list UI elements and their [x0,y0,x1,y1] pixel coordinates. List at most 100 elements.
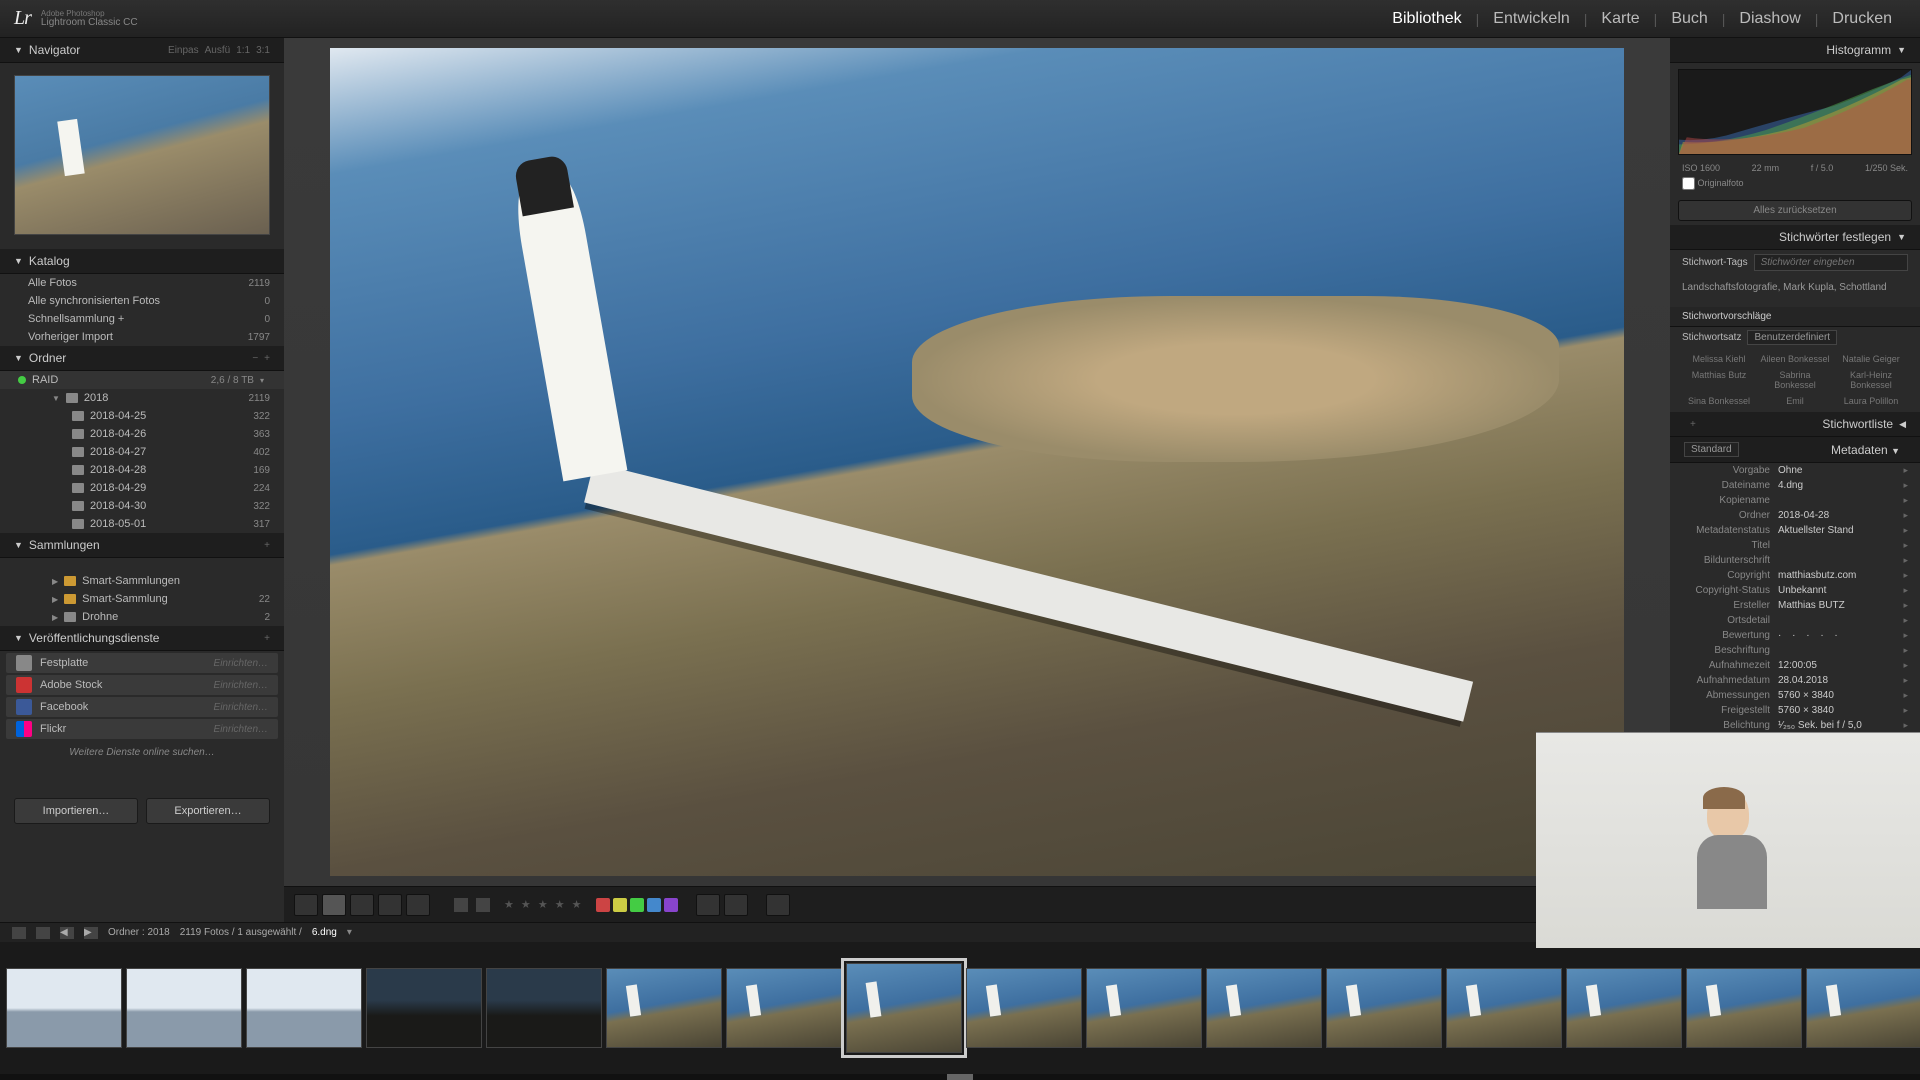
status-dropdown-icon[interactable]: ▾ [347,927,352,938]
collection-item[interactable]: ▶Smart-Sammlung22 [0,590,284,608]
filmstrip[interactable] [0,942,1920,1074]
publish-header[interactable]: ▼ Veröffentlichungsdienste + [0,626,284,651]
metadata-header[interactable]: Standard Metadaten ▼ [1670,437,1920,463]
metadata-row[interactable]: Belichtung¹⁄₂₅₀ Sek. bei f / 5,0▸ [1670,718,1920,733]
module-bibliothek[interactable]: Bibliothek [1378,6,1475,32]
module-diashow[interactable]: Diashow [1725,6,1814,32]
folder-date[interactable]: 2018-05-01317 [0,515,284,533]
metadata-row[interactable]: Beschriftung▸ [1670,643,1920,658]
scroll-handle[interactable] [947,1074,973,1080]
metadata-row[interactable]: VorgabeOhne▸ [1670,463,1920,478]
histogram-header[interactable]: Histogramm ▼ [1670,38,1920,63]
metadata-row[interactable]: Copyrightmatthiasbutz.com▸ [1670,568,1920,583]
metadata-row[interactable]: Dateiname4.dng▸ [1670,478,1920,493]
filmstrip-thumb[interactable] [1806,968,1920,1048]
color-tag[interactable] [596,898,610,912]
zoom-mode[interactable]: Einpas [168,45,199,56]
catalog-item[interactable]: Vorheriger Import1797 [0,328,284,346]
folder-date[interactable]: 2018-04-26363 [0,425,284,443]
color-tag[interactable] [664,898,678,912]
grid-mini-icon[interactable] [12,927,26,939]
keywordlist-header[interactable]: + Stichwortliste ◀ [1670,412,1920,437]
module-buch[interactable]: Buch [1657,6,1721,32]
prev-icon[interactable]: ◀ [60,927,74,939]
folder-date[interactable]: 2018-04-29224 [0,479,284,497]
folders-header[interactable]: ▼ Ordner − + [0,346,284,371]
metadata-row[interactable]: Freigestellt5760 × 3840▸ [1670,703,1920,718]
filmstrip-thumb[interactable] [486,968,602,1048]
compare-view-icon[interactable] [350,894,374,916]
drive-row[interactable]: RAID 2,6 / 8 TB ▾ [0,371,284,389]
import-button[interactable]: Importieren… [14,798,138,824]
metadata-row[interactable]: Copyright-StatusUnbekannt▸ [1670,583,1920,598]
survey-view-icon[interactable] [378,894,402,916]
suggestion-name[interactable]: Sabrina Bonkessel [1758,368,1832,392]
metadata-row[interactable]: Ortsdetail▸ [1670,613,1920,628]
collections-header[interactable]: ▼ Sammlungen + [0,533,284,558]
original-checkbox[interactable]: Originalfoto [1682,177,1744,190]
second-mon-icon[interactable] [36,927,50,939]
add-keyword-icon[interactable]: + [1690,419,1696,430]
more-services-link[interactable]: Weitere Dienste online suchen… [0,741,284,764]
color-tag[interactable] [630,898,644,912]
flag-pick-icon[interactable] [454,898,468,912]
navigator-header[interactable]: ▼ Navigator Einpas Ausfü 1:1 3:1 [0,38,284,63]
grid-view-icon[interactable] [294,894,318,916]
star-rating[interactable]: ★ ★ ★ ★ ★ [504,898,584,911]
filmstrip-thumb[interactable] [606,968,722,1048]
folder-year[interactable]: ▼ 2018 2119 [0,389,284,407]
suggestion-name[interactable]: Karl-Heinz Bonkessel [1834,368,1908,392]
filmstrip-thumb[interactable] [1326,968,1442,1048]
zoom-mode[interactable]: 1:1 [236,45,250,56]
filmstrip-thumb[interactable] [726,968,842,1048]
next-icon[interactable]: ▶ [84,927,98,939]
suggestion-name[interactable]: Natalie Geiger [1834,352,1908,366]
color-tag[interactable] [647,898,661,912]
filmstrip-scrollbar[interactable] [0,1074,1920,1080]
rotate-ccw-icon[interactable] [696,894,720,916]
filmstrip-thumb[interactable] [966,968,1082,1048]
filmstrip-thumb[interactable] [1446,968,1562,1048]
metadata-row[interactable]: Bewertung· · · · ·▸ [1670,628,1920,643]
publish-service-festplatte[interactable]: FestplatteEinrichten… [6,653,278,673]
metadata-row[interactable]: Abmessungen5760 × 3840▸ [1670,688,1920,703]
zoom-mode[interactable]: Ausfü [205,45,231,56]
publish-service-flickr[interactable]: FlickrEinrichten… [6,719,278,739]
folder-date[interactable]: 2018-04-27402 [0,443,284,461]
metadata-preset-select[interactable]: Standard [1684,442,1739,457]
folder-plus-icon[interactable]: + [264,353,270,364]
metadata-row[interactable]: Kopiename▸ [1670,493,1920,508]
catalog-item[interactable]: Schnellsammlung +0 [0,310,284,328]
rotate-cw-icon[interactable] [724,894,748,916]
keyword-tags-value[interactable]: Landschaftsfotografie, Mark Kupla, Schot… [1670,275,1920,307]
reset-all-button[interactable]: Alles zurücksetzen [1678,200,1912,221]
navigator-preview[interactable] [0,63,284,249]
suggestion-name[interactable]: Aileen Bonkessel [1758,352,1832,366]
collection-item[interactable]: ▶Smart-Sammlungen [0,572,284,590]
metadata-row[interactable]: Titel▸ [1670,538,1920,553]
status-file[interactable]: 6.dng [312,927,337,938]
suggestion-name[interactable]: Matthias Butz [1682,368,1756,392]
filmstrip-thumb[interactable] [846,963,962,1053]
keywords-header[interactable]: Stichwörter festlegen ▼ [1670,225,1920,250]
suggestion-name[interactable]: Laura Polillon [1834,394,1908,408]
people-view-icon[interactable] [406,894,430,916]
filmstrip-thumb[interactable] [246,968,362,1048]
suggestion-name[interactable]: Emil [1758,394,1832,408]
module-drucken[interactable]: Drucken [1818,6,1906,32]
publish-service-adobe-stock[interactable]: Adobe StockEinrichten… [6,675,278,695]
module-entwickeln[interactable]: Entwickeln [1479,6,1583,32]
filmstrip-thumb[interactable] [126,968,242,1048]
module-karte[interactable]: Karte [1587,6,1653,32]
filmstrip-thumb[interactable] [366,968,482,1048]
histogram[interactable] [1678,69,1912,155]
suggestions-header[interactable]: Stichwortvorschläge [1670,307,1920,327]
catalog-item[interactable]: Alle synchronisierten Fotos0 [0,292,284,310]
folder-date[interactable]: 2018-04-30322 [0,497,284,515]
export-button[interactable]: Exportieren… [146,798,270,824]
suggestion-name[interactable]: Sina Bonkessel [1682,394,1756,408]
loupe-view[interactable] [284,38,1670,886]
add-service-icon[interactable]: + [264,633,270,644]
collection-item[interactable]: ▶Drohne2 [0,608,284,626]
metadata-row[interactable]: Aufnahmezeit12:00:05▸ [1670,658,1920,673]
